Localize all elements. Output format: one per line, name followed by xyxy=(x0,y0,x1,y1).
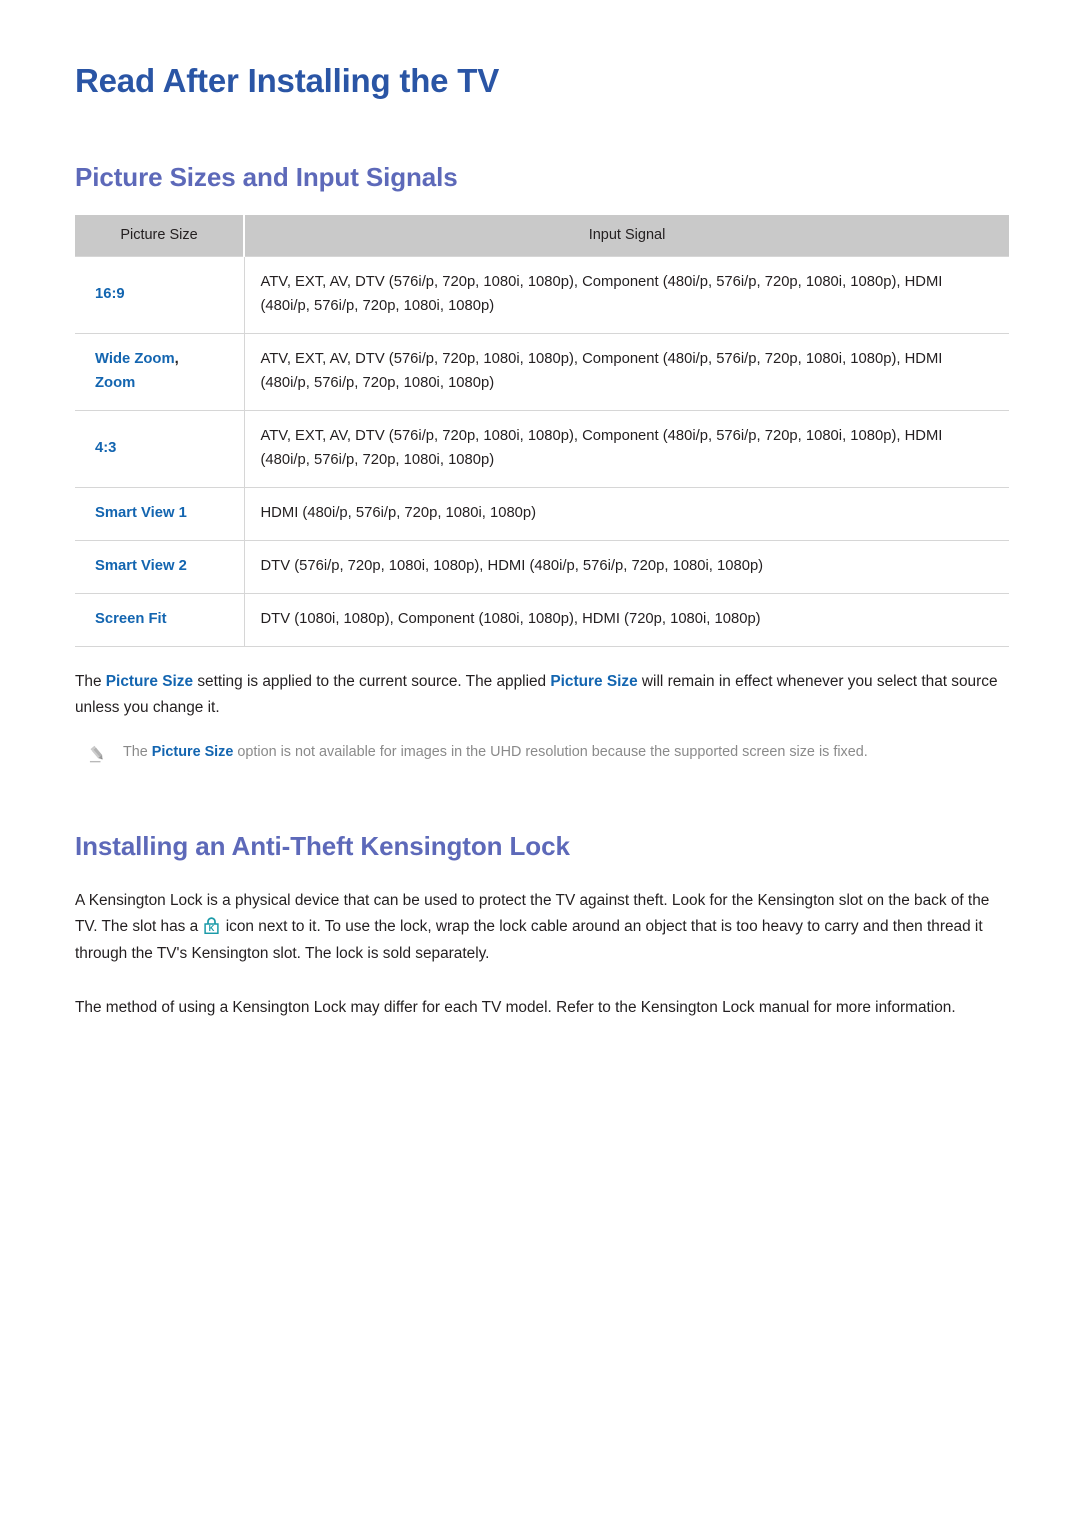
picture-size-label-text: Smart View 2 xyxy=(95,557,187,574)
input-signal-value: ATV, EXT, AV, DTV (576i/p, 720p, 1080i, … xyxy=(244,256,1009,335)
note-text-part-2: option is not available for images in th… xyxy=(233,743,868,760)
section-heading-kensington-lock: Installing an Anti-Theft Kensington Lock xyxy=(75,830,570,861)
table-row: 16:9 ATV, EXT, AV, DTV (576i/p, 720p, 10… xyxy=(75,256,1009,335)
picture-size-label: Wide Zoom, Zoom xyxy=(75,333,245,411)
table-row: Smart View 2 DTV (576i/p, 720p, 1080i, 1… xyxy=(75,539,1009,594)
picture-size-term: Picture Size xyxy=(105,672,194,690)
picture-size-label: Screen Fit xyxy=(75,592,245,647)
picture-size-label-text-line2: Zoom xyxy=(95,375,136,392)
picture-size-label-text: Wide Zoom xyxy=(95,351,175,368)
input-signal-value: HDMI (480i/p, 576i/p, 720p, 1080i, 1080p… xyxy=(244,486,1009,541)
paragraph-text-part-1: The xyxy=(75,672,106,690)
picture-size-input-signal-table: Picture Size Input Signal 16:9 ATV, EXT,… xyxy=(75,215,1009,647)
picture-size-label-text: Smart View 1 xyxy=(95,504,187,521)
note-text: The Picture Size option is not available… xyxy=(123,740,868,764)
paragraph-text-part-2: setting is applied to the current source… xyxy=(193,672,551,690)
page-title: Read After Installing the TV xyxy=(75,62,500,99)
table-row: Wide Zoom, Zoom ATV, EXT, AV, DTV (576i/p… xyxy=(75,333,1009,411)
svg-text:K: K xyxy=(209,924,215,933)
picture-size-label: 4:3 xyxy=(75,410,245,488)
table-header-row: Picture Size Input Signal xyxy=(75,215,1009,257)
picture-size-label: 16:9 xyxy=(75,256,245,335)
picture-size-label-text: Screen Fit xyxy=(95,610,167,627)
picture-size-term: Picture Size xyxy=(151,743,234,760)
input-signal-value: DTV (576i/p, 720p, 1080i, 1080p), HDMI (… xyxy=(244,539,1009,594)
section-heading-picture-sizes: Picture Sizes and Input Signals xyxy=(75,161,458,192)
picture-size-label-text: 16:9 xyxy=(95,286,125,303)
picture-size-description-paragraph: The Picture Size setting is applied to t… xyxy=(75,669,1008,722)
input-signal-value: ATV, EXT, AV, DTV (576i/p, 720p, 1080i, … xyxy=(244,333,1009,411)
table-row: 4:3 ATV, EXT, AV, DTV (576i/p, 720p, 108… xyxy=(75,410,1009,488)
document-page: Read After Installing the TV Picture Siz… xyxy=(0,0,1080,1022)
picture-size-label-separator: , xyxy=(174,351,179,368)
kensington-paragraph-2: The method of using a Kensington Lock ma… xyxy=(75,999,956,1017)
column-header-picture-size: Picture Size xyxy=(75,215,245,257)
table-row: Smart View 1 HDMI (480i/p, 576i/p, 720p,… xyxy=(75,486,1009,541)
input-signal-value: DTV (1080i, 1080p), Component (1080i, 10… xyxy=(244,592,1009,647)
picture-size-label-text: 4:3 xyxy=(95,439,117,456)
input-signal-value: ATV, EXT, AV, DTV (576i/p, 720p, 1080i, … xyxy=(244,410,1009,488)
pencil-icon xyxy=(87,743,109,765)
column-header-input-signal: Input Signal xyxy=(244,215,1009,257)
note-block: The Picture Size option is not available… xyxy=(87,740,1007,765)
kensington-lock-icon: K xyxy=(204,917,220,935)
table-row: Screen Fit DTV (1080i, 1080p), Component… xyxy=(75,592,1009,647)
picture-size-term: Picture Size xyxy=(550,672,638,690)
picture-size-label: Smart View 2 xyxy=(75,539,245,594)
kensington-paragraph-1: A Kensington Lock is a physical device t… xyxy=(75,888,1008,967)
picture-size-label: Smart View 1 xyxy=(75,486,245,541)
note-text-part-1: The xyxy=(123,743,152,760)
